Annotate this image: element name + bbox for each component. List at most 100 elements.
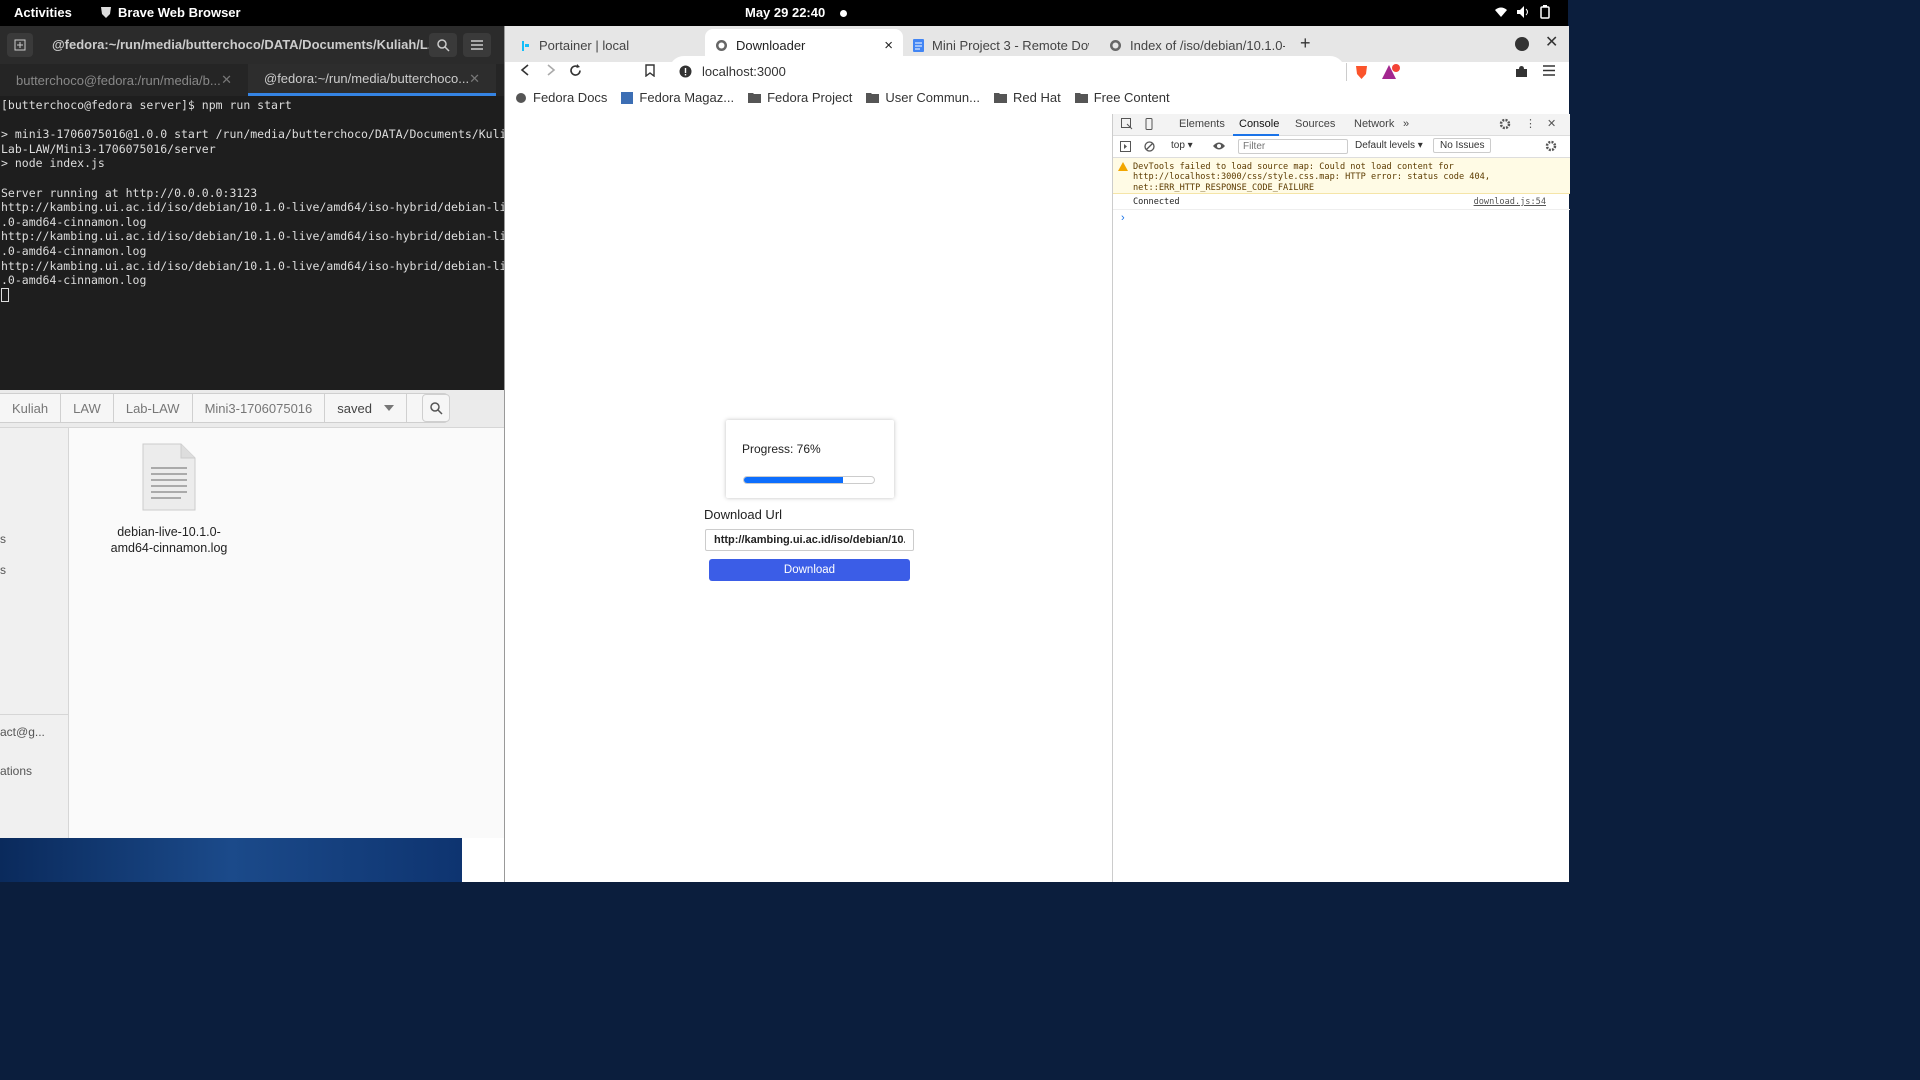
- fedora-magazine-icon: [621, 91, 634, 104]
- tab-list-button[interactable]: [1515, 37, 1529, 51]
- log-levels-dropdown[interactable]: Default levels ▾: [1355, 140, 1423, 151]
- download-button[interactable]: Download: [709, 559, 910, 581]
- breadcrumb: Kuliah LAW Lab-LAW Mini3-1706075016 save…: [0, 393, 448, 423]
- browser-window[interactable]: Portainer | local Downloader × Mini Proj…: [504, 26, 1570, 882]
- wifi-icon: [1494, 5, 1508, 19]
- crumb-mini3[interactable]: Mini3-1706075016: [193, 394, 326, 422]
- window-close-button[interactable]: ✕: [1545, 32, 1558, 52]
- forward-button[interactable]: [545, 64, 557, 76]
- progress-label: Progress: 76%: [742, 442, 821, 456]
- crumb-saved[interactable]: saved: [325, 394, 407, 422]
- eye-icon[interactable]: [1213, 141, 1225, 151]
- issues-button[interactable]: No Issues: [1433, 138, 1492, 153]
- terminal-header: @fedora:~/run/media/butterchoco/DATA/Doc…: [0, 26, 504, 64]
- terminal-output[interactable]: [butterchoco@fedora server]$ npm run sta…: [1, 98, 534, 303]
- back-button[interactable]: [519, 64, 531, 76]
- terminal-menu-button[interactable]: [463, 33, 491, 57]
- crumb-lab-law[interactable]: Lab-LAW: [114, 394, 193, 422]
- file-name: debian-live-10.1.0-amd64-cinnamon.log: [110, 525, 228, 555]
- console-warning: DevTools failed to load source map: Coul…: [1113, 158, 1570, 194]
- globe-icon: [515, 92, 527, 104]
- warning-icon: [1118, 162, 1128, 171]
- brave-shield-icon[interactable]: [1354, 64, 1369, 80]
- more-tabs-button[interactable]: »: [1403, 118, 1409, 130]
- tab-network[interactable]: Network: [1354, 118, 1394, 130]
- notification-dot: [840, 10, 847, 17]
- sidebar-item[interactable]: s: [0, 563, 6, 577]
- reload-button[interactable]: [569, 64, 582, 77]
- url-divider: [1346, 63, 1347, 81]
- tab-label: Portainer | local: [539, 38, 630, 53]
- bookmark-red-hat[interactable]: Red Hat: [993, 90, 1061, 105]
- tab-console[interactable]: Console: [1239, 118, 1279, 130]
- download-url-input[interactable]: [705, 529, 914, 551]
- close-icon[interactable]: ✕: [469, 71, 480, 87]
- activities-button[interactable]: Activities: [14, 5, 72, 20]
- file-item[interactable]: debian-live-10.1.0-amd64-cinnamon.log: [110, 442, 228, 556]
- bookmark-user-community[interactable]: User Commun...: [866, 90, 980, 105]
- folder-icon: [1074, 92, 1088, 103]
- bookmark-label: Free Content: [1093, 90, 1170, 105]
- console-filter-input[interactable]: [1238, 139, 1348, 154]
- context-selector[interactable]: top ▾: [1171, 140, 1193, 151]
- inspect-icon[interactable]: [1121, 118, 1133, 130]
- bookmark-fedora-docs[interactable]: Fedora Docs: [515, 90, 607, 105]
- console-prompt[interactable]: ›: [1121, 212, 1125, 224]
- console-settings-gear-icon[interactable]: [1545, 140, 1557, 152]
- sidebar-item[interactable]: s: [0, 532, 6, 546]
- bookmark-icon[interactable]: [645, 64, 655, 77]
- bookmark-fedora-magazine[interactable]: Fedora Magaz...: [621, 90, 734, 105]
- sidebar-toggle-icon[interactable]: [1120, 141, 1131, 152]
- top-bar: Activities Brave Web Browser May 29 22:4…: [0, 0, 1568, 26]
- app-menu[interactable]: Brave Web Browser: [100, 5, 241, 20]
- folder-icon: [866, 92, 880, 103]
- close-icon[interactable]: ✕: [1547, 117, 1556, 130]
- crumb-kuliah[interactable]: Kuliah: [0, 394, 62, 422]
- bookmark-free-content[interactable]: Free Content: [1074, 90, 1170, 105]
- terminal-tab-1[interactable]: butterchoco@fedora:/run/media/b... ✕: [0, 64, 248, 96]
- hamburger-icon: [471, 40, 483, 50]
- new-tab-button[interactable]: [7, 33, 33, 57]
- desktop-gap: [462, 838, 504, 882]
- file-manager-header: Kuliah LAW Lab-LAW Mini3-1706075016 save…: [0, 390, 504, 428]
- progress-card: Progress: 76%: [726, 420, 894, 498]
- address-bar[interactable]: localhost:3000: [669, 56, 1345, 86]
- puzzle-icon[interactable]: [1515, 65, 1528, 78]
- tab-label: Mini Project 3 - Remote Down: [932, 38, 1089, 53]
- hamburger-icon[interactable]: [1543, 65, 1555, 76]
- clear-console-icon[interactable]: [1144, 141, 1155, 152]
- brave-rewards-icon[interactable]: [1381, 64, 1401, 80]
- device-toolbar-icon[interactable]: [1143, 118, 1155, 130]
- terminal-text: [butterchoco@fedora server]$ npm run sta…: [1, 98, 535, 288]
- close-icon[interactable]: ×: [884, 37, 893, 54]
- bookmark-fedora-project[interactable]: Fedora Project: [748, 90, 852, 105]
- download-url-label: Download Url: [704, 507, 783, 522]
- tab-sources[interactable]: Sources: [1295, 118, 1335, 130]
- terminal-window[interactable]: @fedora:~/run/media/butterchoco/DATA/Doc…: [0, 26, 534, 390]
- terminal-tabs: butterchoco@fedora:/run/media/b... ✕ @fe…: [0, 64, 504, 96]
- clock[interactable]: May 29 22:40: [745, 5, 825, 20]
- text-file-icon: [141, 442, 197, 512]
- terminal-tab-label: @fedora:~/run/media/butterchoco...: [264, 71, 470, 86]
- tab-label: Downloader: [736, 38, 806, 53]
- warning-link[interactable]: http://localhost:3000/css/style.css.map: [1133, 172, 1335, 182]
- bookmark-label: User Commun...: [885, 90, 980, 105]
- close-icon[interactable]: ✕: [221, 72, 232, 88]
- power-icon: [1538, 5, 1552, 19]
- folder-icon: [993, 92, 1007, 103]
- kebab-menu-icon[interactable]: ⋮: [1525, 117, 1536, 130]
- crumb-law[interactable]: LAW: [61, 394, 114, 422]
- terminal-tab-2[interactable]: @fedora:~/run/media/butterchoco... ✕: [248, 64, 496, 96]
- system-tray[interactable]: [1494, 5, 1552, 19]
- new-tab-button[interactable]: +: [1300, 33, 1311, 54]
- terminal-search-button[interactable]: [429, 33, 457, 57]
- file-manager-window[interactable]: Kuliah LAW Lab-LAW Mini3-1706075016 save…: [0, 390, 504, 838]
- files-search-button[interactable]: [422, 394, 450, 422]
- gear-icon[interactable]: [1499, 118, 1511, 130]
- sidebar-item-locations[interactable]: ations: [0, 764, 32, 778]
- devtools-panel[interactable]: Elements Console Sources Network » ⋮ ✕ t…: [1112, 114, 1570, 882]
- tab-elements[interactable]: Elements: [1179, 118, 1225, 130]
- globe-icon: [715, 39, 728, 52]
- sidebar-item-account[interactable]: act@g...: [0, 725, 45, 739]
- log-source-link[interactable]: download.js:54: [1474, 197, 1546, 207]
